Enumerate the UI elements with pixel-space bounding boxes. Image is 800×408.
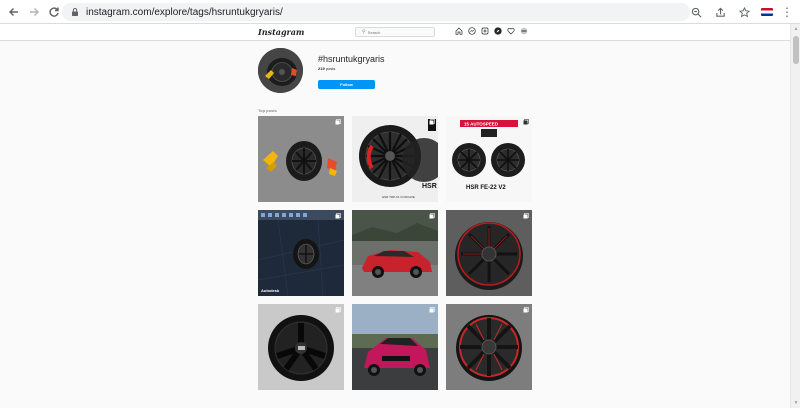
more-menu-icon[interactable]: ⋮ — [780, 5, 794, 19]
zoom-button[interactable] — [686, 2, 706, 22]
post-wheel-yellow-calipers[interactable] — [258, 116, 344, 202]
profile-avatar-icon[interactable] — [520, 27, 528, 35]
hashtag-title: #hsruntukgryaris — [318, 54, 385, 64]
carousel-icon — [429, 213, 435, 219]
share-icon — [715, 7, 725, 17]
wheel-image: 15 AUTOSPEED HSR FE-22 V2 — [446, 116, 532, 202]
top-posts-label: Top posts — [258, 108, 277, 113]
hashtag-avatar-image — [258, 48, 303, 93]
wheel-image — [258, 304, 344, 390]
carousel-icon — [429, 307, 435, 313]
search-input[interactable] — [367, 29, 428, 35]
wheel-image: HSR HSR TRP-01 CONCAVE — [352, 116, 438, 202]
hsr-logo-text: HSR — [422, 183, 437, 190]
home-icon[interactable] — [455, 27, 463, 35]
follow-button[interactable]: Follow — [318, 80, 375, 89]
fe22-title-text: HSR FE-22 V2 — [466, 185, 506, 191]
lock-icon — [72, 8, 78, 16]
post-wheel-five-spoke[interactable] — [258, 304, 344, 390]
carousel-icon — [335, 119, 341, 125]
back-arrow-icon — [9, 7, 18, 16]
scroll-up-arrow-icon[interactable]: ▲ — [791, 24, 800, 34]
cad-screenshot-image: Autodesk — [258, 210, 344, 296]
post-wheel-hsr-catalog[interactable]: HSR HSR TRP-01 CONCAVE — [352, 116, 438, 202]
post-count: 219 posts — [318, 66, 335, 71]
new-post-icon[interactable] — [481, 27, 489, 35]
post-wheel-hsr-fe22[interactable]: 15 AUTOSPEED HSR FE-22 V2 — [446, 116, 532, 202]
instagram-header: Instagram ⚲ — [0, 24, 790, 41]
wheel-image — [258, 116, 344, 202]
page-scrollbar[interactable]: ▲ ▼ — [790, 24, 800, 408]
post-wheel-cad-render[interactable]: Autodesk — [258, 210, 344, 296]
post-count-number: 219 — [318, 66, 325, 71]
post-pink-car[interactable] — [352, 304, 438, 390]
address-bar[interactable]: instagram.com/explore/tags/hsruntukgryar… — [62, 3, 690, 21]
carousel-icon — [335, 213, 341, 219]
share-button[interactable] — [710, 2, 730, 22]
profile-flag-icon[interactable] — [758, 3, 776, 21]
scroll-thumb[interactable] — [793, 36, 799, 64]
search-icon: ⚲ — [362, 29, 366, 35]
back-button[interactable] — [4, 2, 24, 22]
red-car-image — [352, 210, 438, 296]
reload-icon — [49, 6, 59, 17]
heart-icon[interactable] — [507, 27, 515, 35]
reload-button[interactable] — [44, 2, 64, 22]
wheel-image — [446, 304, 532, 390]
explore-compass-icon[interactable] — [494, 27, 502, 35]
zoom-icon — [691, 7, 701, 17]
post-wheel-red-stripe[interactable] — [446, 210, 532, 296]
pink-car-image — [352, 304, 438, 390]
browser-actions: ⋮ — [686, 2, 794, 22]
post-wheel-red-lip[interactable] — [446, 304, 532, 390]
messenger-icon[interactable] — [468, 27, 476, 35]
hsr-footer-text: HSR TRP-01 CONCAVE — [382, 195, 415, 199]
url-text: instagram.com/explore/tags/hsruntukgryar… — [86, 7, 283, 18]
url-host: instagram.com — [86, 6, 152, 18]
instagram-logo[interactable]: Instagram — [258, 27, 304, 37]
fe22-banner-text: 15 AUTOSPEED — [464, 122, 499, 127]
browser-toolbar: instagram.com/explore/tags/hsruntukgryar… — [0, 0, 800, 24]
carousel-icon — [429, 119, 435, 125]
cad-title-text: Autodesk — [261, 288, 280, 293]
post-red-car[interactable] — [352, 210, 438, 296]
wheel-image — [446, 210, 532, 296]
carousel-icon — [523, 213, 529, 219]
hashtag-avatar — [258, 48, 303, 93]
carousel-icon — [335, 307, 341, 313]
carousel-icon — [523, 307, 529, 313]
post-count-label: posts — [325, 66, 336, 71]
star-icon — [738, 6, 750, 17]
header-nav-icons — [455, 27, 528, 35]
forward-button[interactable] — [24, 2, 44, 22]
search-box[interactable]: ⚲ — [355, 27, 435, 37]
scroll-down-arrow-icon[interactable]: ▼ — [791, 398, 800, 408]
carousel-icon — [523, 119, 529, 125]
bookmark-button[interactable] — [734, 2, 754, 22]
url-path: /explore/tags/hsruntukgryaris/ — [151, 6, 283, 18]
forward-arrow-icon — [30, 7, 39, 16]
